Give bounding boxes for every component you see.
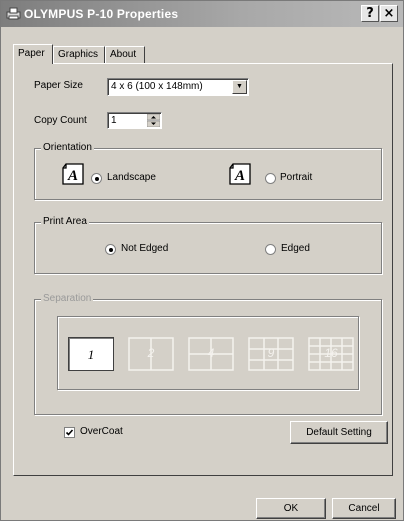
paper-size-label: Paper Size [34,80,83,91]
spin-buttons[interactable] [146,113,161,128]
copy-count-stepper[interactable]: 1 [107,112,162,129]
chevron-down-icon[interactable]: ▼ [232,80,247,94]
separation-options: 1 2 4 9 16 [68,337,368,371]
ok-button[interactable]: OK [256,498,326,519]
overcoat-label: OverCoat [80,426,123,437]
close-button[interactable]: × [380,5,398,22]
paper-size-select[interactable]: 4 x 6 (100 x 148mm) ▼ [107,78,249,96]
not-edged-radio[interactable] [105,244,116,255]
checkmark-icon [65,429,74,436]
separation-title: Separation [41,293,94,304]
tab-graphics[interactable]: Graphics [53,46,105,63]
separation-option-16-text: 16 [324,346,338,360]
separation-option-2-text: 2 [147,346,155,360]
orientation-title: Orientation [41,142,94,153]
paper-tab-panel: Paper Size 4 x 6 (100 x 148mm) ▼ Copy Co… [13,63,393,476]
edged-radio[interactable] [265,244,276,255]
default-setting-button[interactable]: Default Setting [290,421,388,444]
separation-options-frame: 1 2 4 9 16 [57,316,359,390]
separation-option-1: 1 [68,337,114,371]
portrait-icon-letter: A [234,168,245,184]
separation-option-9: 9 [248,337,294,371]
separation-option-4: 4 [188,337,234,371]
help-button[interactable]: ? [361,5,379,22]
orientation-group: Orientation A Landscape A Portrait [34,142,382,200]
portrait-label: Portrait [280,172,313,183]
spin-arrows-icon[interactable] [146,113,161,128]
landscape-icon-letter: A [67,168,78,184]
separation-option-1-text: 1 [87,347,95,362]
edged-label: Edged [281,243,310,254]
landscape-icon: A [62,163,84,185]
printer-icon [6,7,21,20]
separation-option-9-text: 9 [267,346,275,360]
separation-option-16: 16 [308,337,354,371]
overcoat-checkbox[interactable] [64,427,75,438]
separation-option-4-text: 4 [207,346,215,360]
tab-paper[interactable]: Paper [13,44,53,64]
title-bar[interactable]: OLYMPUS P-10 Properties ? × [1,1,403,27]
landscape-radio[interactable] [91,173,102,184]
portrait-radio[interactable] [265,173,276,184]
copy-count-label: Copy Count [34,115,87,126]
separation-option-2: 2 [128,337,174,371]
not-edged-label: Not Edged [121,243,169,254]
separation-group: Separation 1 2 4 9 16 [34,293,382,415]
window-title: OLYMPUS P-10 Properties [24,7,179,21]
copy-count-value: 1 [111,115,117,126]
landscape-label: Landscape [107,172,156,183]
tab-about[interactable]: About [105,46,145,63]
print-area-title: Print Area [41,216,89,227]
portrait-icon: A [229,163,251,185]
print-area-group: Print Area Not Edged Edged [34,216,382,274]
paper-size-value: 4 x 6 (100 x 148mm) [111,81,203,92]
cancel-button[interactable]: Cancel [332,498,396,519]
properties-dialog: OLYMPUS P-10 Properties ? × Paper Graphi… [0,0,404,521]
